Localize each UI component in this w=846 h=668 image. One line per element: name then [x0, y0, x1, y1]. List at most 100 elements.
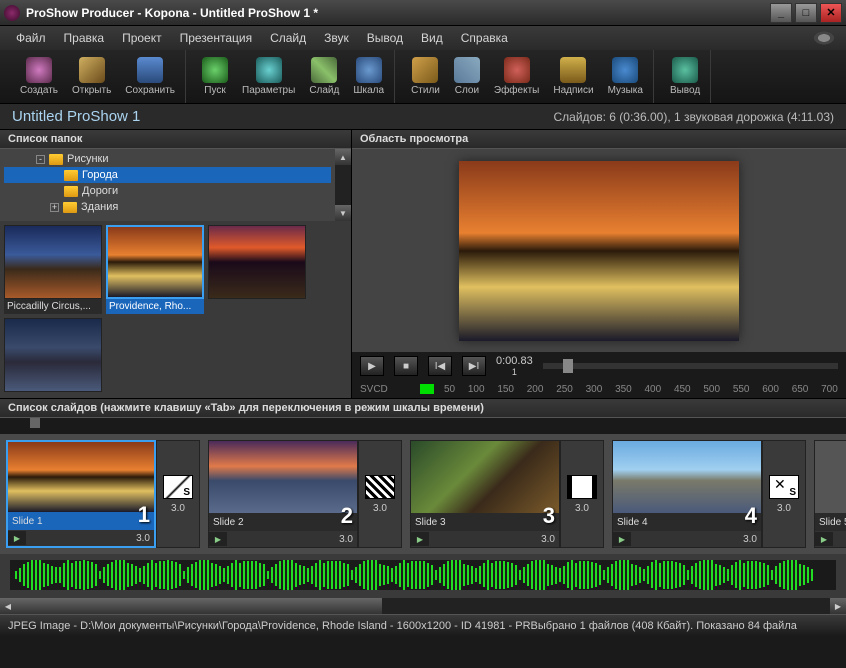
slide-number: 1 — [134, 502, 154, 528]
slide-card-1[interactable]: Slide 11 ▶3.0 — [6, 440, 156, 548]
tree-row-3[interactable]: + Здания — [4, 199, 331, 215]
transition-duration[interactable]: 3.0 — [777, 503, 791, 514]
toolbar-стили[interactable]: Стили — [407, 55, 444, 98]
menu-item-3[interactable]: Презентация — [172, 29, 261, 47]
preview-area — [352, 149, 846, 352]
slides-row: Slide 11▶3.03.0Slide 22▶3.03.0Slide 33▶3… — [0, 434, 846, 554]
menu-item-6[interactable]: Вывод — [359, 29, 411, 47]
close-button[interactable]: ✕ — [820, 3, 842, 23]
stop-button[interactable]: ■ — [394, 356, 418, 376]
slide-card-3[interactable]: Slide 33▶3.0 — [410, 440, 560, 548]
slide-duration[interactable]: 3.0 — [227, 534, 357, 545]
menu-item-2[interactable]: Проект — [114, 29, 170, 47]
transition-duration[interactable]: 3.0 — [171, 503, 185, 514]
thumb-2[interactable] — [208, 225, 306, 314]
ti-play-icon — [202, 57, 228, 83]
slide-card-5[interactable]: Slide 5▶ — [814, 440, 846, 548]
playback-slider[interactable] — [543, 363, 838, 369]
slide-name: Slide 1 — [8, 516, 134, 527]
slide-duration[interactable]: 3.0 — [631, 534, 761, 545]
menu-item-8[interactable]: Справка — [453, 29, 516, 47]
slide-play-icon[interactable]: ▶ — [209, 532, 227, 546]
folder-icon — [49, 154, 63, 165]
scroll-up-icon[interactable]: ▲ — [335, 149, 351, 165]
slide-duration[interactable]: 3.0 — [26, 533, 154, 544]
thumb-1[interactable]: Providence, Rho... — [106, 225, 204, 314]
folder-icon — [63, 202, 77, 213]
thumb-image — [106, 225, 204, 299]
slide-card-4[interactable]: Slide 44▶3.0 — [612, 440, 762, 548]
toolbar-пуск[interactable]: Пуск — [198, 55, 232, 98]
toolbar-слайд[interactable]: Слайд — [305, 55, 343, 98]
scroll-down-icon[interactable]: ▼ — [335, 205, 351, 221]
toolbar-создать[interactable]: Создать — [16, 55, 62, 98]
toolbar-вывод[interactable]: Вывод — [666, 55, 704, 98]
thumb-image — [4, 225, 102, 299]
slide-play-icon[interactable]: ▶ — [8, 531, 26, 545]
thumb-image — [208, 225, 306, 299]
horizontal-scrollbar[interactable]: ◀ ▶ — [0, 598, 846, 614]
preview-panel: Область просмотра ▶ ■ I◀ ▶I 0:00.83 1 SV… — [352, 130, 846, 398]
playhead-marker-icon[interactable] — [30, 418, 40, 428]
waveform[interactable] — [10, 560, 836, 590]
transition-1[interactable]: 3.0 — [156, 440, 200, 548]
ti-create-icon — [26, 57, 52, 83]
tree-label: Здания — [81, 201, 118, 213]
scrollbar-thumb[interactable] — [16, 598, 382, 614]
transition-duration[interactable]: 3.0 — [575, 503, 589, 514]
transition-duration[interactable]: 3.0 — [373, 503, 387, 514]
tree-expander-icon[interactable]: + — [50, 203, 59, 212]
transition-4[interactable]: 3.0 — [762, 440, 806, 548]
scroll-left-icon[interactable]: ◀ — [0, 598, 16, 614]
toolbar-слои[interactable]: Слои — [450, 55, 484, 98]
tree-row-0[interactable]: -Рисунки — [4, 151, 331, 167]
next-button[interactable]: ▶I — [462, 356, 486, 376]
slide-card-2[interactable]: Slide 22▶3.0 — [208, 440, 358, 548]
slide-play-icon[interactable]: ▶ — [411, 532, 429, 546]
transition-2[interactable]: 3.0 — [358, 440, 402, 548]
playback-bar: ▶ ■ I◀ ▶I 0:00.83 1 — [352, 352, 846, 380]
toolbar-label: Эффекты — [494, 85, 539, 96]
menu-item-4[interactable]: Слайд — [262, 29, 314, 47]
ruler-tick: 400 — [645, 384, 662, 395]
toolbar-надписи[interactable]: Надписи — [549, 55, 597, 98]
toolbar-открыть[interactable]: Открыть — [68, 55, 115, 98]
preview-eye-icon[interactable] — [810, 29, 838, 47]
menu-item-0[interactable]: Файл — [8, 29, 54, 47]
maximize-button[interactable]: □ — [795, 3, 817, 23]
tree-row-2[interactable]: Дороги — [4, 183, 331, 199]
tree-row-1[interactable]: Города — [4, 167, 331, 183]
menubar: ФайлПравкаПроектПрезентацияСлайдЗвукВыво… — [0, 26, 846, 50]
preview-header: Область просмотра — [352, 130, 846, 149]
slide-play-icon[interactable]: ▶ — [613, 532, 631, 546]
menu-item-5[interactable]: Звук — [316, 29, 357, 47]
toolbar-эффекты[interactable]: Эффекты — [490, 55, 543, 98]
transition-3[interactable]: 3.0 — [560, 440, 604, 548]
ti-captions-icon — [560, 57, 586, 83]
ti-music-icon — [612, 57, 638, 83]
slide-number: 2 — [337, 503, 357, 529]
prev-button[interactable]: I◀ — [428, 356, 452, 376]
thumb-3[interactable] — [4, 318, 102, 392]
minimize-button[interactable]: _ — [770, 3, 792, 23]
toolbar-сохранить[interactable]: Сохранить — [121, 55, 179, 98]
tree-expander-icon[interactable]: - — [36, 155, 45, 164]
toolbar-музыка[interactable]: Музыка — [604, 55, 647, 98]
thumb-0[interactable]: Piccadilly Circus,... — [4, 225, 102, 314]
tree-scrollbar[interactable]: ▲ ▼ — [335, 149, 351, 221]
play-button[interactable]: ▶ — [360, 356, 384, 376]
toolbar-шкала[interactable]: Шкала — [349, 55, 388, 98]
toolbar-параметры[interactable]: Параметры — [238, 55, 299, 98]
slide-play-icon[interactable]: ▶ — [815, 532, 833, 546]
transition-icon — [163, 475, 193, 499]
ruler-label: SVCD — [360, 384, 410, 395]
slide-duration[interactable]: 3.0 — [429, 534, 559, 545]
preview-image — [459, 161, 739, 341]
menu-item-1[interactable]: Правка — [56, 29, 113, 47]
thumb-label: Providence, Rho... — [106, 299, 204, 314]
transition-icon — [365, 475, 395, 499]
thumb-label: Piccadilly Circus,... — [4, 299, 102, 314]
slide-number: 4 — [741, 503, 761, 529]
scroll-right-icon[interactable]: ▶ — [830, 598, 846, 614]
menu-item-7[interactable]: Вид — [413, 29, 451, 47]
